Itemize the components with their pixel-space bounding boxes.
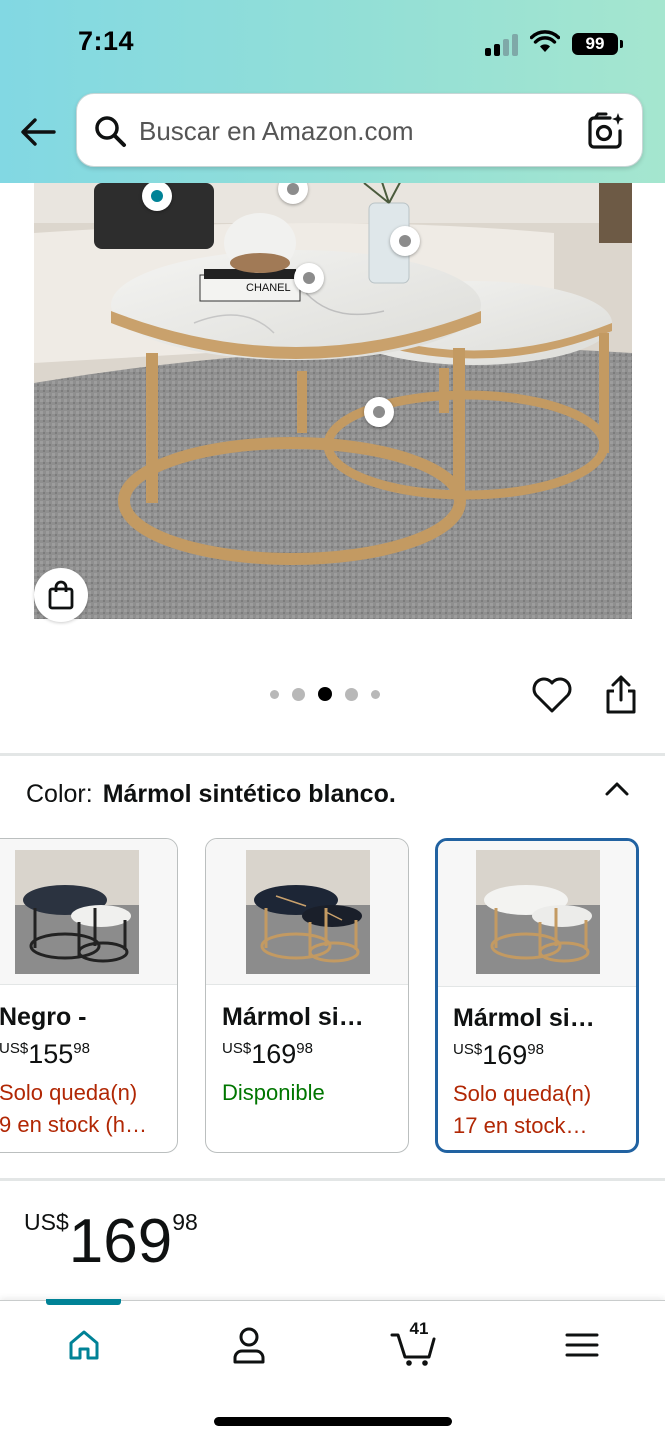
nav-account[interactable]	[221, 1321, 277, 1369]
status-time: 7:14	[78, 26, 135, 56]
back-arrow-icon	[21, 118, 56, 146]
variant-image-white-marble	[476, 850, 600, 974]
account-icon	[233, 1327, 265, 1364]
variant-price-whole: 169	[251, 1039, 297, 1069]
section-divider	[0, 1178, 665, 1181]
variant-thumbnail	[438, 841, 636, 987]
search-icon[interactable]	[93, 114, 127, 148]
variant-price-currency: US$	[0, 1040, 29, 1057]
variant-image-black-marble	[246, 850, 370, 974]
carousel-dot[interactable]	[345, 687, 358, 701]
search-bar	[76, 93, 643, 167]
carousel-dot[interactable]	[270, 689, 279, 699]
variant-stock-line-1: Solo queda(n)	[0, 1080, 138, 1105]
color-variant-card[interactable]: Mármol si… US$16998 Disponible	[205, 838, 409, 1153]
variant-stock-line-2: 9 en stock (h…	[0, 1112, 147, 1137]
variant-price-cents: 98	[73, 1040, 90, 1057]
shop-the-look-button[interactable]	[34, 568, 88, 622]
chanel-book-text: CHANEL	[246, 282, 291, 294]
price-whole: 169	[68, 1207, 173, 1276]
product-price: US$16998	[24, 1206, 198, 1286]
variant-stock: Disponible	[222, 1077, 325, 1109]
variant-name: Mármol si…	[453, 1004, 595, 1032]
variant-stock-line-2: 17 en stock…	[453, 1113, 588, 1138]
nav-menu[interactable]	[554, 1321, 610, 1369]
color-variant-card-selected[interactable]: Mármol si… US$16998 Solo queda(n) 17 en …	[435, 838, 639, 1153]
color-value: Mármol sintético blanco.	[102, 780, 396, 808]
carousel-dot[interactable]	[371, 689, 380, 699]
search-input[interactable]	[139, 106, 579, 156]
bottom-navigation: 41	[0, 1299, 665, 1440]
product-hotspot-3[interactable]	[390, 226, 420, 256]
section-divider	[0, 753, 665, 756]
product-hotspot-4[interactable]	[294, 263, 324, 293]
heart-icon[interactable]	[531, 674, 573, 716]
variant-stock-line-1: Disponible	[222, 1080, 325, 1105]
product-hotspot-5[interactable]	[364, 397, 394, 427]
variant-price: US$16998	[453, 1040, 544, 1071]
home-icon	[69, 1330, 99, 1360]
color-variant-card[interactable]: Negro - US$15598 Solo queda(n) 9 en stoc…	[0, 838, 178, 1153]
variant-price: US$16998	[222, 1039, 313, 1070]
home-indicator	[214, 1417, 452, 1426]
active-tab-indicator	[46, 1299, 121, 1305]
variant-thumbnail	[0, 839, 177, 985]
wifi-icon	[530, 30, 560, 52]
variant-stock: Solo queda(n) 9 en stock (h…	[0, 1077, 147, 1141]
variant-price-cents: 98	[527, 1041, 544, 1058]
variant-stock: Solo queda(n) 17 en stock…	[453, 1078, 591, 1142]
back-button[interactable]	[18, 112, 58, 152]
nav-cart[interactable]: 41	[386, 1319, 442, 1369]
variant-price-whole: 155	[28, 1039, 74, 1069]
coffee-table-photo: CHANEL	[34, 183, 632, 619]
variant-price: US$15598	[0, 1039, 90, 1070]
carousel-dot[interactable]	[292, 687, 305, 701]
price-cents: 98	[172, 1209, 198, 1235]
variant-price-currency: US$	[453, 1041, 483, 1058]
shopping-bag-icon	[48, 580, 74, 610]
variant-price-currency: US$	[222, 1040, 252, 1057]
app-header: 7:14 99	[0, 0, 665, 183]
carousel-dot-active[interactable]	[318, 687, 332, 701]
cart-count-badge: 41	[409, 1319, 429, 1338]
variant-image-black	[15, 850, 139, 974]
camera-search-icon[interactable]	[586, 111, 626, 151]
chevron-up-icon[interactable]	[600, 772, 634, 806]
color-selection-label: Color: Mármol sintético blanco.	[26, 780, 396, 809]
variant-thumbnail	[206, 839, 408, 985]
variant-price-cents: 98	[296, 1040, 313, 1057]
battery-indicator: 99	[572, 33, 623, 55]
cellular-signal-icon	[485, 34, 521, 56]
variant-stock-line-1: Solo queda(n)	[453, 1081, 592, 1106]
price-currency: US$	[24, 1209, 69, 1235]
image-carousel-dots	[270, 686, 380, 702]
product-image[interactable]: CHANEL	[34, 183, 632, 619]
product-hotspot-1[interactable]	[142, 181, 172, 211]
variant-name: Mármol si…	[222, 1003, 364, 1031]
variant-name: Negro -	[0, 1003, 87, 1031]
color-label: Color:	[26, 780, 93, 808]
nav-home[interactable]	[56, 1321, 112, 1369]
variant-price-whole: 169	[482, 1040, 528, 1070]
share-icon[interactable]	[601, 674, 641, 716]
menu-icon	[565, 1333, 599, 1357]
